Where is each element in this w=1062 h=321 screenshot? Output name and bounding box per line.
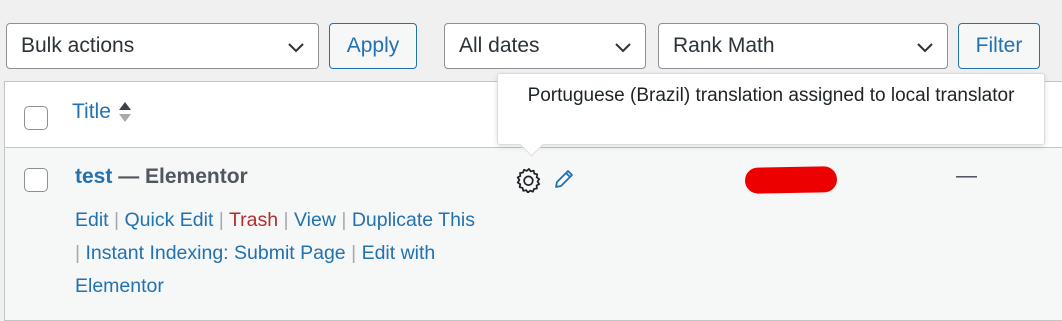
duplicate-link[interactable]: Duplicate This bbox=[352, 209, 475, 231]
redacted-author bbox=[744, 166, 838, 194]
instant-indexing-link[interactable]: Instant Indexing: Submit Page bbox=[85, 242, 345, 264]
edit-link[interactable]: Edit bbox=[75, 209, 109, 231]
empty-cell-dash: — bbox=[956, 164, 977, 187]
gear-icon[interactable] bbox=[516, 167, 542, 193]
translation-tooltip: Portuguese (Brazil) translation assigned… bbox=[497, 73, 1045, 157]
sort-arrows-icon bbox=[118, 102, 131, 122]
apply-button[interactable]: Apply bbox=[329, 23, 417, 69]
pencil-icon[interactable] bbox=[552, 167, 576, 191]
filter-button[interactable]: Filter bbox=[958, 23, 1040, 69]
view-link[interactable]: View bbox=[294, 209, 336, 231]
bulk-actions-select[interactable]: Bulk actions bbox=[6, 23, 319, 69]
title-column-label: Title bbox=[72, 100, 111, 123]
row-checkbox[interactable] bbox=[24, 168, 48, 192]
chevron-down-icon bbox=[615, 43, 631, 53]
post-state: — Elementor bbox=[112, 165, 248, 188]
chevron-down-icon bbox=[917, 43, 933, 53]
row-actions: Edit | Quick Edit | Trash | View | Dupli… bbox=[75, 209, 476, 297]
post-title-link[interactable]: test bbox=[75, 165, 112, 188]
dates-value: All dates bbox=[459, 34, 540, 57]
bulk-actions-value: Bulk actions bbox=[21, 34, 135, 57]
quick-edit-link[interactable]: Quick Edit bbox=[125, 209, 214, 231]
row-title: test — Elementor bbox=[75, 165, 248, 189]
tooltip-text: Portuguese (Brazil) translation assigned… bbox=[527, 85, 1015, 106]
dates-select[interactable]: All dates bbox=[444, 23, 646, 69]
trash-link[interactable]: Trash bbox=[229, 209, 278, 231]
chevron-down-icon bbox=[288, 43, 304, 53]
seo-filter-value: Rank Math bbox=[673, 34, 775, 57]
title-column-header[interactable]: Title bbox=[72, 99, 132, 125]
seo-filter-select[interactable]: Rank Math bbox=[658, 23, 948, 69]
select-all-checkbox[interactable] bbox=[24, 106, 48, 130]
